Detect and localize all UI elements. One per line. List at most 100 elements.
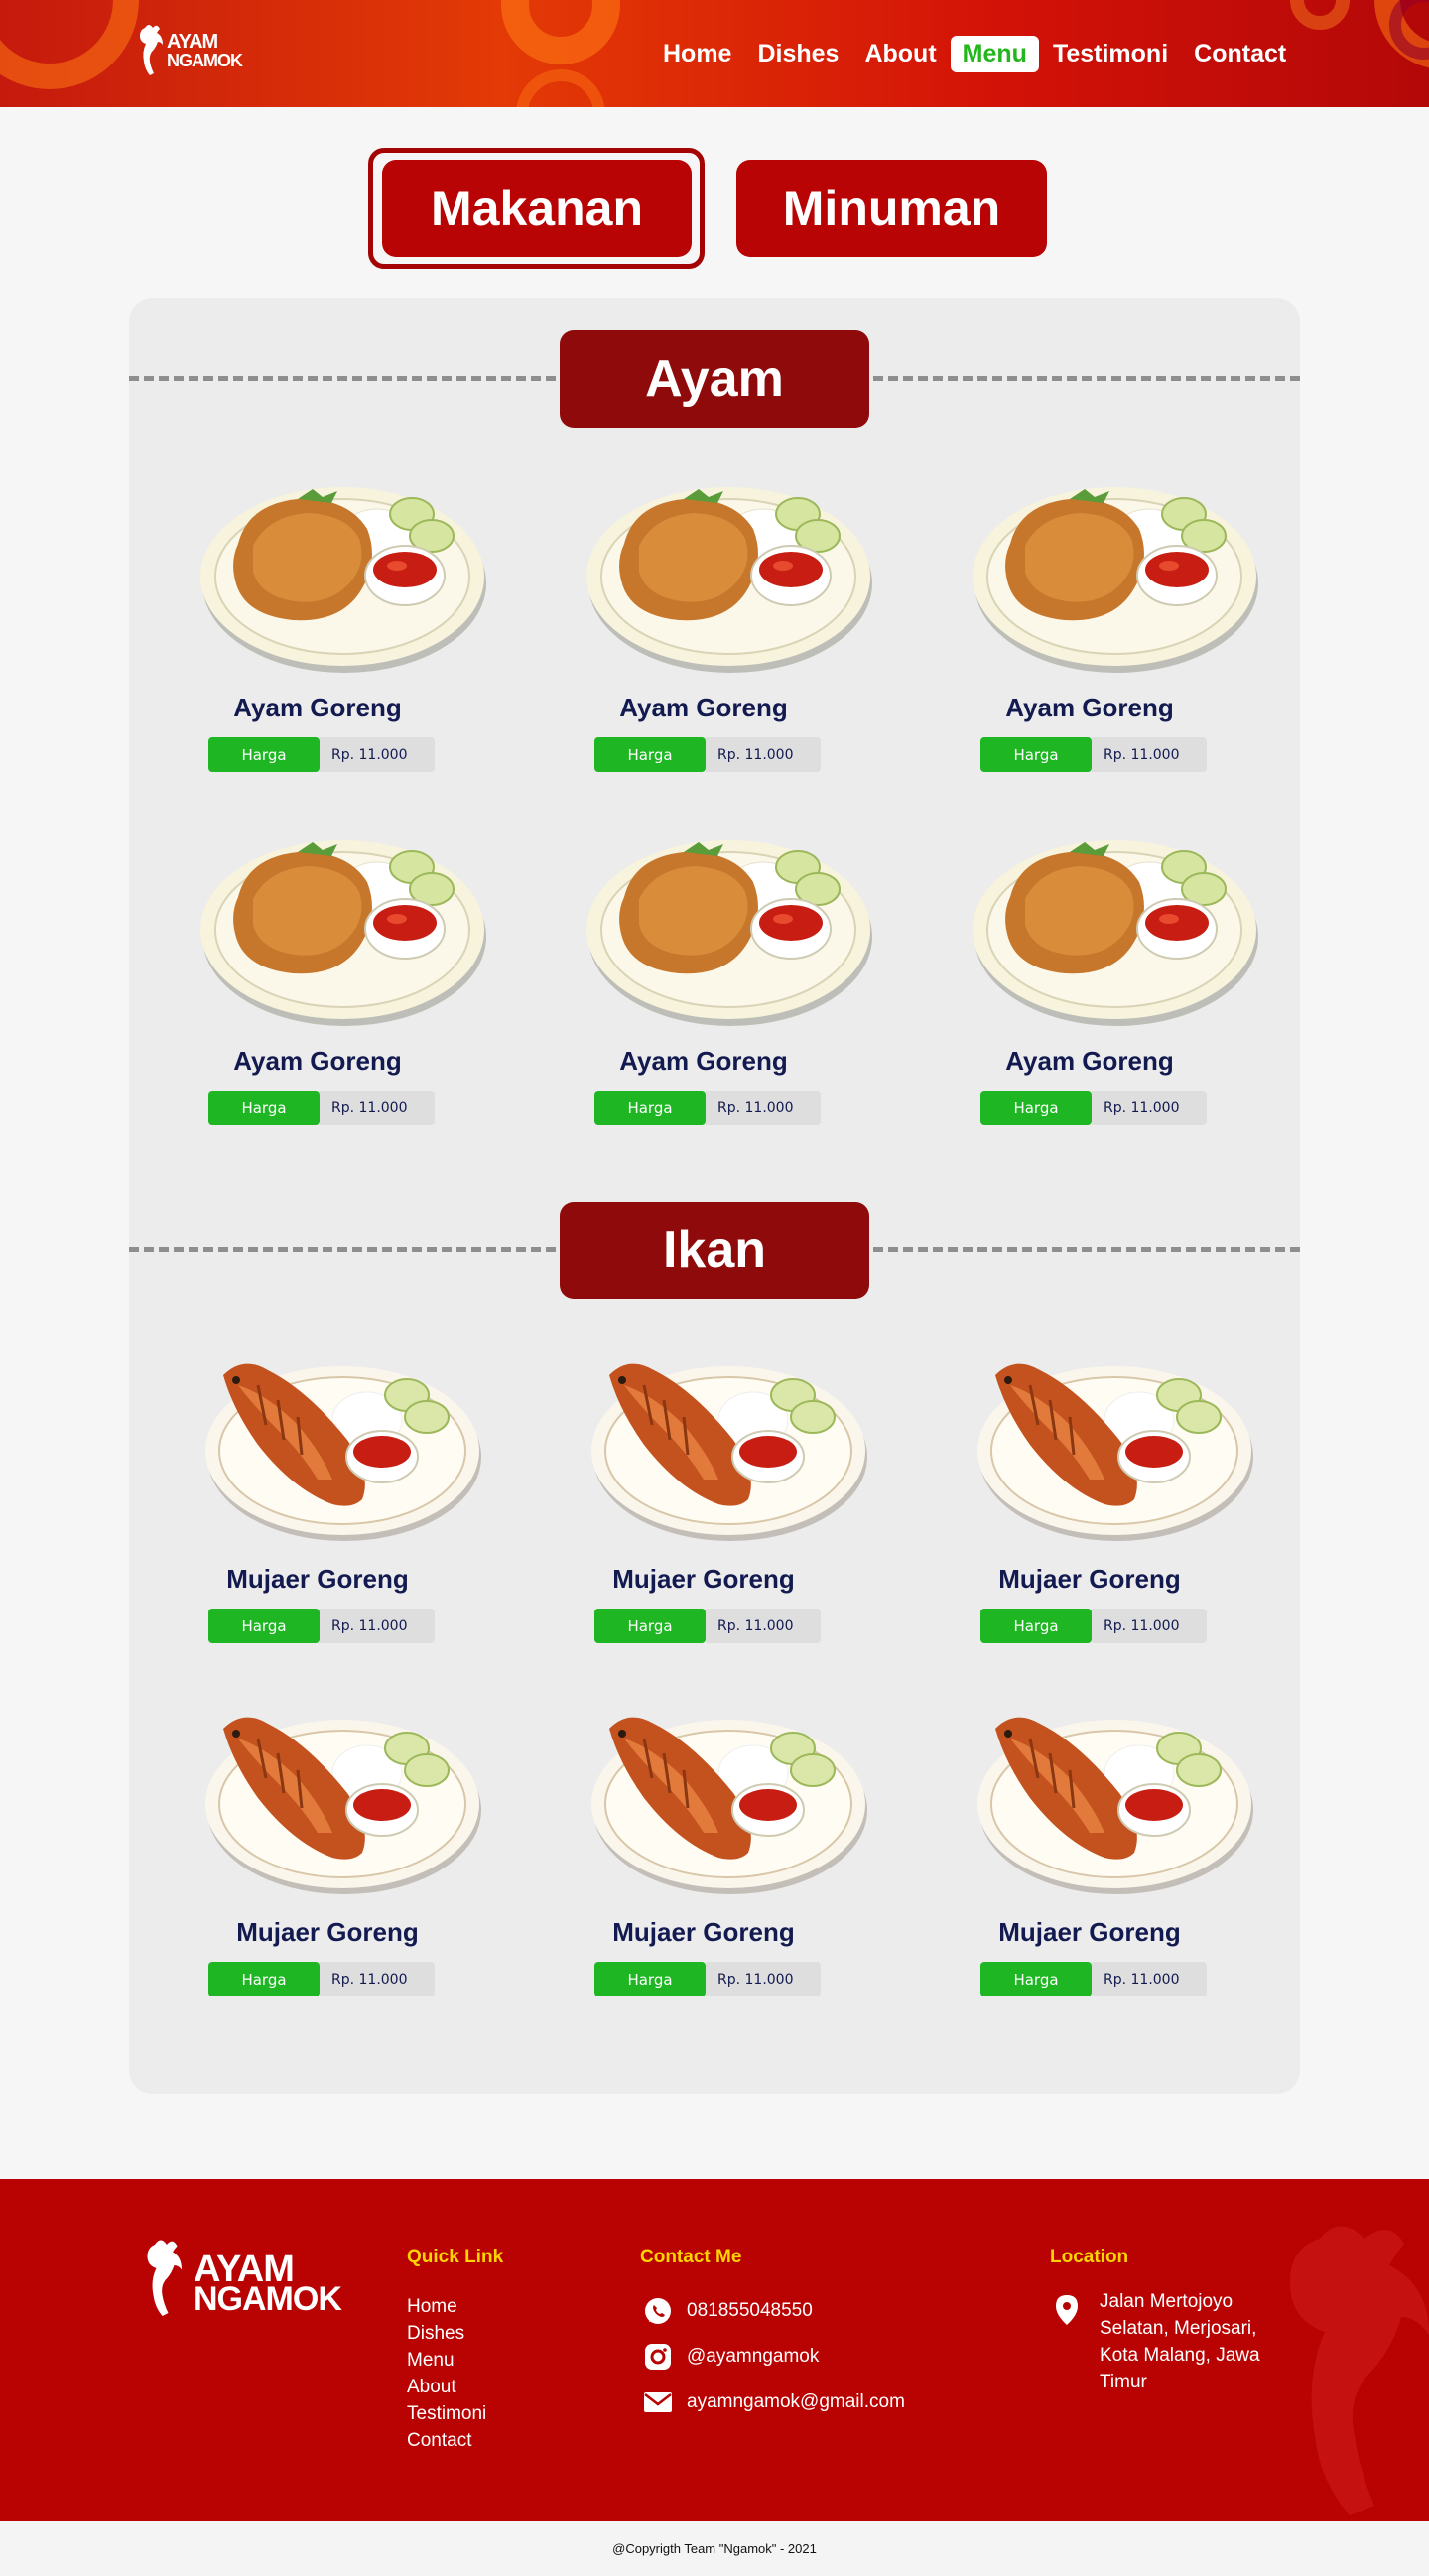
dish-name: Mujaer Goreng — [612, 1564, 795, 1594]
section-title-ikan: Ikan — [560, 1202, 869, 1299]
menu-card[interactable]: Ayam Goreng Harga Rp. 11.000 — [179, 828, 496, 1155]
site-footer: AYAM NGAMOK Quick Link Home Dishes Menu … — [0, 2179, 1429, 2521]
contact-phone-text: 081855048550 — [687, 2300, 813, 2321]
logo-text-line2: NGAMOK — [167, 51, 243, 70]
price-value: Rp. 11.000 — [320, 1962, 435, 1996]
header-decoration — [501, 0, 620, 64]
nav-menu[interactable]: Menu — [950, 35, 1039, 72]
mail-icon — [644, 2392, 672, 2412]
ayam-goreng-image — [586, 840, 872, 1026]
menu-card[interactable]: Mujaer Goreng Harga Rp. 11.000 — [565, 1346, 882, 1673]
nav-dishes[interactable]: Dishes — [745, 36, 850, 72]
contact-instagram-text: @ayamngamok — [687, 2346, 820, 2367]
dish-name: Ayam Goreng — [1005, 693, 1174, 722]
price-label-badge: Harga — [594, 1091, 706, 1125]
copyright-text: @Copyrigth Team "Ngamok" - 2021 — [612, 2541, 817, 2556]
price-row: Harga Rp. 11.000 — [980, 1091, 1207, 1125]
dish-name: Mujaer Goreng — [998, 1564, 1181, 1594]
price-row: Harga Rp. 11.000 — [594, 1962, 821, 1996]
ayam-goreng-image — [200, 487, 486, 673]
header-decoration — [1290, 0, 1350, 30]
tab-minuman[interactable]: Minuman — [736, 160, 1047, 257]
menu-card[interactable]: Ayam Goreng Harga Rp. 11.000 — [565, 828, 882, 1155]
footer-link-about[interactable]: About — [407, 2374, 486, 2400]
footer-link-contact[interactable]: Contact — [407, 2427, 486, 2454]
price-row: Harga Rp. 11.000 — [980, 737, 1207, 772]
section-title-ayam: Ayam — [560, 330, 869, 428]
nav-contact[interactable]: Contact — [1182, 36, 1298, 72]
dish-name: Ayam Goreng — [619, 1046, 788, 1076]
mujaer-goreng-image — [591, 1363, 867, 1541]
menu-card[interactable]: Mujaer Goreng Harga Rp. 11.000 — [179, 1699, 496, 2026]
price-value: Rp. 11.000 — [320, 737, 435, 772]
price-row: Harga Rp. 11.000 — [594, 737, 821, 772]
mujaer-goreng-image — [977, 1363, 1253, 1541]
menu-card[interactable]: Mujaer Goreng Harga Rp. 11.000 — [565, 1699, 882, 2026]
tab-makanan[interactable]: Makanan — [382, 160, 692, 257]
price-row: Harga Rp. 11.000 — [208, 737, 435, 772]
nav-about[interactable]: About — [852, 36, 948, 72]
main-nav: Home Dishes About Menu Testimoni Contact — [650, 34, 1299, 73]
price-value: Rp. 11.000 — [1092, 1091, 1207, 1125]
price-label-badge: Harga — [208, 737, 320, 772]
price-value: Rp. 11.000 — [1092, 1962, 1207, 1996]
site-header: AYAM NGAMOK Home Dishes About Menu Testi… — [0, 0, 1429, 107]
price-value: Rp. 11.000 — [320, 1091, 435, 1125]
ayam-goreng-image — [200, 840, 486, 1026]
rooster-icon — [147, 2240, 182, 2316]
contact-instagram[interactable]: @ayamngamok — [643, 2342, 819, 2372]
price-label-badge: Harga — [594, 737, 706, 772]
footer-link-menu[interactable]: Menu — [407, 2347, 486, 2374]
footer-link-testimoni[interactable]: Testimoni — [407, 2400, 486, 2427]
menu-card[interactable]: Mujaer Goreng Harga Rp. 11.000 — [179, 1346, 496, 1673]
mujaer-goreng-image — [205, 1363, 481, 1541]
menu-card[interactable]: Ayam Goreng Harga Rp. 11.000 — [951, 828, 1268, 1155]
footer-link-dishes[interactable]: Dishes — [407, 2320, 486, 2347]
header-decoration — [516, 69, 605, 107]
header-decoration — [0, 0, 139, 89]
contact-phone[interactable]: 081855048550 — [643, 2296, 813, 2326]
contact-email[interactable]: ayamngamok@gmail.com — [643, 2387, 905, 2417]
ayam-goreng-image — [973, 487, 1258, 673]
price-row: Harga Rp. 11.000 — [980, 1962, 1207, 1996]
nav-testimoni[interactable]: Testimoni — [1041, 36, 1180, 72]
nav-home[interactable]: Home — [651, 36, 743, 72]
menu-card[interactable]: Ayam Goreng Harga Rp. 11.000 — [179, 474, 496, 802]
footer-logo-line2: NGAMOK — [194, 2280, 342, 2318]
dish-name: Ayam Goreng — [619, 693, 788, 722]
price-label-badge: Harga — [980, 737, 1092, 772]
menu-card[interactable]: Mujaer Goreng Harga Rp. 11.000 — [951, 1346, 1268, 1673]
rooster-icon — [140, 25, 163, 75]
price-value: Rp. 11.000 — [1092, 1609, 1207, 1643]
dish-name: Mujaer Goreng — [612, 1917, 795, 1947]
menu-card[interactable]: Mujaer Goreng Harga Rp. 11.000 — [951, 1699, 1268, 2026]
menu-card[interactable]: Ayam Goreng Harga Rp. 11.000 — [951, 474, 1268, 802]
site-logo[interactable]: AYAM NGAMOK — [131, 22, 250, 81]
price-row: Harga Rp. 11.000 — [594, 1609, 821, 1643]
menu-card[interactable]: Ayam Goreng Harga Rp. 11.000 — [565, 474, 882, 802]
dish-name: Mujaer Goreng — [236, 1917, 419, 1947]
mujaer-goreng-image — [205, 1717, 481, 1894]
dish-name: Ayam Goreng — [233, 693, 402, 722]
price-value: Rp. 11.000 — [706, 737, 821, 772]
price-value: Rp. 11.000 — [706, 1962, 821, 1996]
logo-text-line1: AYAM — [167, 31, 218, 53]
price-label-badge: Harga — [594, 1609, 706, 1643]
mujaer-goreng-image — [977, 1717, 1253, 1894]
quick-link-list: Home Dishes Menu About Testimoni Contact — [407, 2293, 486, 2454]
price-row: Harga Rp. 11.000 — [594, 1091, 821, 1125]
footer-logo[interactable]: AYAM NGAMOK — [134, 2231, 342, 2330]
price-row: Harga Rp. 11.000 — [980, 1609, 1207, 1643]
price-row: Harga Rp. 11.000 — [208, 1091, 435, 1125]
footer-link-home[interactable]: Home — [407, 2293, 486, 2320]
quick-link-heading: Quick Link — [407, 2247, 504, 2267]
price-label-badge: Harga — [980, 1609, 1092, 1643]
price-label-badge: Harga — [208, 1091, 320, 1125]
location-pin-icon — [1056, 2295, 1078, 2325]
whatsapp-icon — [645, 2298, 671, 2324]
price-value: Rp. 11.000 — [706, 1609, 821, 1643]
price-value: Rp. 11.000 — [320, 1609, 435, 1643]
price-value: Rp. 11.000 — [1092, 737, 1207, 772]
location-heading: Location — [1050, 2247, 1129, 2267]
price-label-badge: Harga — [208, 1962, 320, 1996]
